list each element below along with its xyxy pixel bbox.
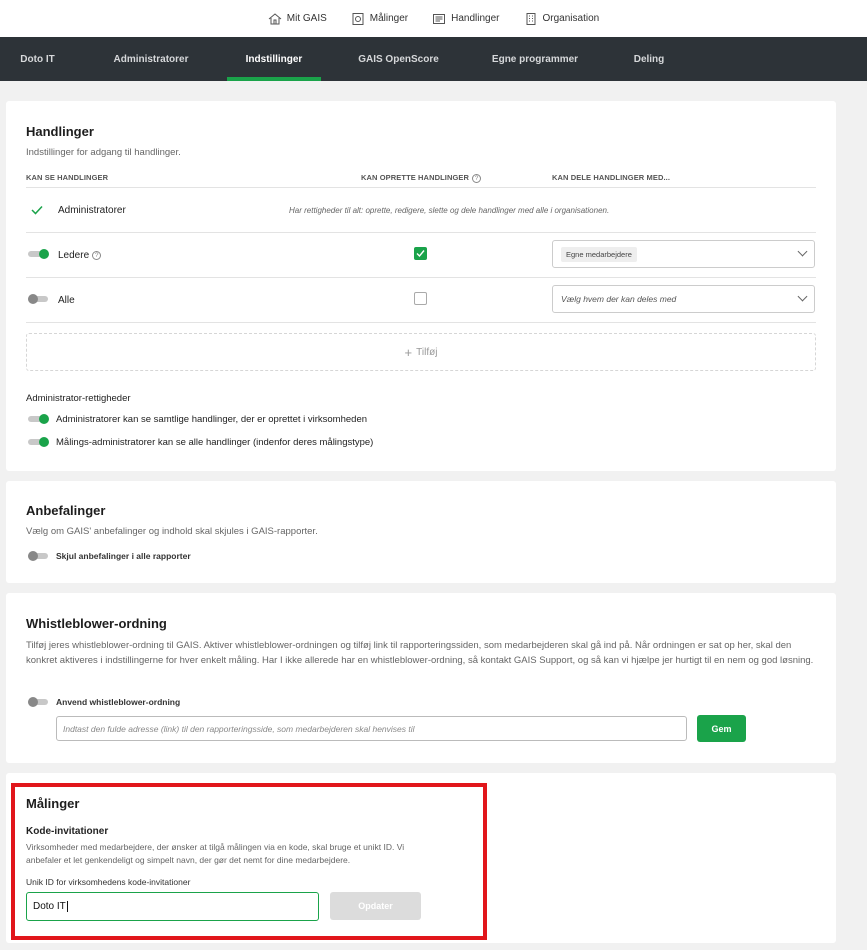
plus-icon: + bbox=[404, 344, 413, 360]
survey-admin-toggle[interactable] bbox=[28, 437, 50, 447]
anbefalinger-subtitle: Vælg om GAIS' anbefalinger og indhold sk… bbox=[26, 526, 318, 537]
hide-recommendations-toggle[interactable] bbox=[28, 551, 50, 561]
tab-administratorer[interactable]: Administratorer bbox=[75, 37, 227, 81]
code-invitations-text: Virksomheder med medarbejdere, der ønske… bbox=[26, 842, 405, 865]
topnav-label: Målinger bbox=[369, 13, 409, 24]
tab-gais-openscore[interactable]: GAIS OpenScore bbox=[321, 37, 476, 81]
admin-rights-note: Har rettigheder til alt: oprette, redige… bbox=[289, 206, 610, 215]
help-icon[interactable]: ? bbox=[472, 173, 482, 183]
ledere-share-select[interactable]: Egne medarbejdere bbox=[552, 240, 815, 268]
row-label-ledere: Ledere bbox=[58, 250, 90, 261]
add-row-button[interactable]: + Tilføj bbox=[26, 333, 816, 371]
tab-bar: Doto IT Administratorer Indstillinger GA… bbox=[0, 37, 867, 81]
tab-deling[interactable]: Deling bbox=[594, 37, 704, 81]
anbefalinger-title: Anbefalinger bbox=[26, 503, 106, 518]
tab-indstillinger[interactable]: Indstillinger bbox=[227, 37, 321, 81]
unique-id-label: Unik ID for virksomhedens kode-invitatio… bbox=[26, 877, 191, 887]
topnav-label: Handlinger bbox=[451, 13, 500, 24]
hide-recommendations-label: Skjul anbefalinger i alle rapporter bbox=[56, 551, 191, 561]
row-label-alle: Alle bbox=[58, 295, 75, 306]
divider bbox=[26, 232, 816, 233]
topnav-label: Mit GAIS bbox=[286, 13, 327, 24]
col-header-create: KAN OPRETTE HANDLINGER? bbox=[361, 173, 482, 183]
update-button[interactable]: Opdater bbox=[330, 892, 421, 920]
actions-icon bbox=[433, 13, 446, 24]
ledere-toggle[interactable] bbox=[28, 249, 50, 259]
alle-create-checkbox[interactable] bbox=[414, 292, 427, 305]
alle-toggle[interactable] bbox=[28, 294, 50, 304]
topnav-handlinger[interactable]: Handlinger bbox=[432, 12, 500, 26]
topnav-malinger[interactable]: Målinger bbox=[351, 12, 408, 26]
checkmark-icon bbox=[416, 250, 425, 258]
row-label-administratorer: Administratorer bbox=[58, 205, 126, 216]
handlinger-card: Handlinger Indstillinger for adgang til … bbox=[6, 101, 836, 471]
unique-id-input[interactable]: Doto IT bbox=[26, 892, 319, 921]
code-invitations-title: Kode-invitationer bbox=[26, 826, 109, 837]
unique-id-value: Doto IT bbox=[33, 901, 66, 912]
tab-doto-it[interactable]: Doto IT bbox=[0, 37, 75, 81]
save-button[interactable]: Gem bbox=[697, 715, 746, 742]
topnav-mit-gais[interactable]: Mit GAIS bbox=[268, 12, 327, 26]
chevron-down-icon bbox=[797, 246, 808, 257]
building-icon bbox=[526, 12, 536, 25]
help-icon[interactable]: ? bbox=[92, 250, 102, 260]
topnav-label: Organisation bbox=[542, 13, 600, 24]
col-header-create-label: KAN OPRETTE HANDLINGER bbox=[361, 173, 470, 182]
malinger-card: Målinger Kode-invitationer Virksomheder … bbox=[6, 773, 836, 943]
select-placeholder: Vælg hvem der kan deles med bbox=[561, 294, 677, 304]
check-icon bbox=[31, 205, 43, 215]
whistleblower-toggle[interactable] bbox=[28, 697, 50, 707]
divider bbox=[26, 322, 816, 323]
selected-chip[interactable]: Egne medarbejdere bbox=[561, 246, 637, 262]
whistleblower-toggle-label: Anvend whistleblower-ordning bbox=[56, 697, 181, 707]
whistleblower-title: Whistleblower-ordning bbox=[26, 616, 167, 631]
malinger-title: Målinger bbox=[26, 796, 80, 811]
top-navigation: Mit GAIS Målinger Handlinger Organisatio… bbox=[0, 0, 867, 37]
admin-rights-title: Administrator-rettigheder bbox=[26, 393, 131, 404]
whistleblower-card: Whistleblower-ordning Tilføj jeres whist… bbox=[6, 593, 836, 763]
handlinger-title: Handlinger bbox=[26, 124, 94, 139]
tab-egne-programmer[interactable]: Egne programmer bbox=[476, 37, 594, 81]
row-ledere: Ledere? bbox=[58, 250, 102, 261]
ledere-create-checkbox[interactable] bbox=[414, 247, 427, 260]
whistleblower-url-input[interactable]: Indtast den fulde adresse (link) til den… bbox=[56, 716, 687, 741]
admin-see-all-label: Administratorer kan se samtlige handling… bbox=[56, 414, 368, 425]
col-header-share: KAN DELE HANDLINGER MED... bbox=[552, 173, 671, 182]
text-cursor bbox=[66, 901, 68, 912]
handlinger-subtitle: Indstillinger for adgang til handlinger. bbox=[26, 147, 181, 158]
add-label: Tilføj bbox=[416, 346, 438, 358]
topnav-organisation[interactable]: Organisation bbox=[524, 12, 600, 26]
whistleblower-text: Tilføj jeres whistleblower-ordning til G… bbox=[26, 640, 814, 666]
anbefalinger-card: Anbefalinger Vælg om GAIS' anbefalinger … bbox=[6, 481, 836, 583]
survey-icon bbox=[352, 12, 364, 25]
col-header-see: KAN SE HANDLINGER bbox=[26, 173, 109, 182]
admin-see-all-toggle[interactable] bbox=[28, 414, 50, 424]
chevron-down-icon bbox=[797, 291, 808, 302]
divider bbox=[26, 187, 816, 188]
home-icon bbox=[268, 12, 282, 24]
divider bbox=[26, 277, 816, 278]
alle-share-select[interactable]: Vælg hvem der kan deles med bbox=[552, 285, 815, 313]
survey-admin-label: Målings-administratorer kan se alle hand… bbox=[56, 437, 374, 448]
